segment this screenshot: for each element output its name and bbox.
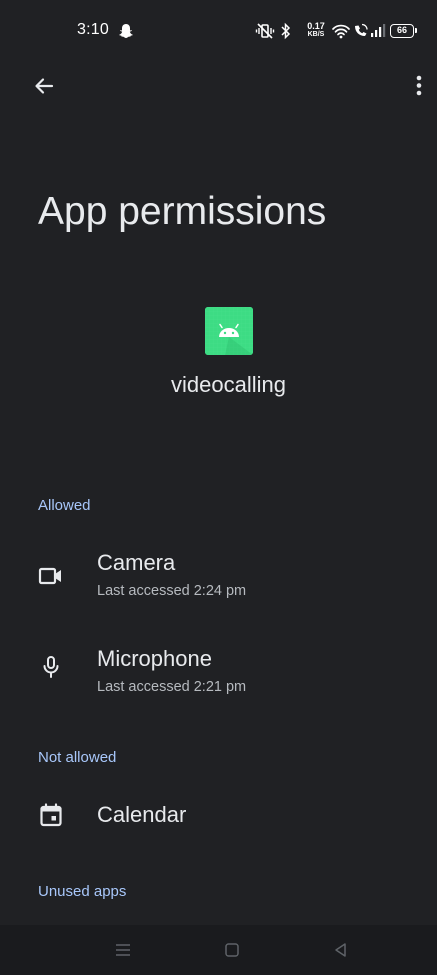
net-speed-value: 0.17 [307,21,325,31]
home-icon[interactable] [221,939,243,961]
mic-icon [43,656,59,678]
permission-item-microphone[interactable]: Microphone Last accessed 2:21 pm [0,636,437,710]
permission-title: Calendar [97,802,187,827]
permission-title: Microphone [97,646,212,671]
permission-title: Camera [97,550,176,575]
section-header-unused-apps: Unused apps [38,883,127,900]
section-header-allowed: Allowed [38,497,91,514]
net-speed: 0.17 KB/S [305,22,327,39]
battery-icon: 66 [390,24,417,38]
menu-icon[interactable] [112,939,134,961]
permission-item-camera[interactable]: Camera Last accessed 2:24 pm [0,540,437,614]
arrow-back-icon [35,78,54,94]
bluetooth-icon [281,22,291,40]
snapchat-icon [119,24,133,38]
more-vert-icon [416,75,422,96]
back-button[interactable] [30,72,58,100]
status-bar: 3:10 0.17 KB/S 66 [0,0,437,64]
signal-icon [371,24,386,37]
wifi-calling-icon [355,23,368,36]
net-speed-unit: KB/S [307,31,325,38]
page-title: App permissions [38,190,327,233]
back-triangle-icon[interactable] [330,939,352,961]
more-options-button[interactable] [407,72,431,100]
videocam-icon [38,567,61,585]
permission-item-calendar[interactable]: Calendar [0,780,437,854]
mute-vibrate-icon [255,23,275,39]
section-header-not-allowed: Not allowed [38,749,117,766]
permission-subtitle: Last accessed 2:21 pm [97,679,247,695]
app-icon [205,307,253,355]
status-time: 3:10 [77,21,109,38]
wifi-icon [332,24,350,39]
navigation-bar [0,925,437,975]
app-name: videocalling [171,372,286,397]
permission-subtitle: Last accessed 2:24 pm [97,583,247,599]
calendar-icon [40,803,62,827]
android-icon [205,307,253,355]
